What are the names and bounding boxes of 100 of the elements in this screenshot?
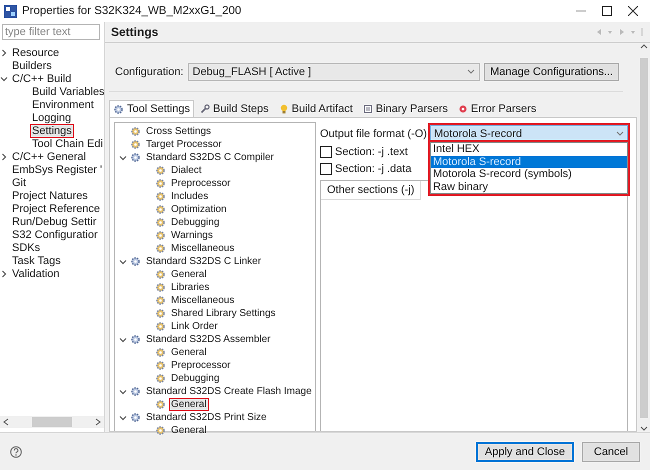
- tree-item[interactable]: Miscellaneous: [169, 242, 236, 255]
- gear-icon: [155, 321, 166, 332]
- nav-item[interactable]: C/C++ Build: [10, 72, 74, 86]
- filter-field[interactable]: type filter text: [2, 24, 100, 40]
- tree-item[interactable]: Link Order: [169, 320, 220, 333]
- tab[interactable]: Error Parsers: [454, 100, 540, 117]
- gear-icon: [155, 269, 166, 280]
- gear-icon: [130, 412, 141, 423]
- tree-item[interactable]: Standard S32DS Assembler: [144, 333, 273, 346]
- nav-item[interactable]: Tool Chain Edi: [30, 136, 105, 150]
- vertical-scrollbar[interactable]: [637, 43, 650, 432]
- nav-item[interactable]: Git: [10, 176, 28, 190]
- nav-item[interactable]: EmbSys Register ': [10, 162, 104, 176]
- manage-configurations-button[interactable]: Manage Configurations...: [484, 63, 619, 81]
- tab[interactable]: Binary Parsers: [358, 100, 452, 117]
- tab[interactable]: Build Steps: [196, 100, 273, 117]
- tree-item[interactable]: Preprocessor: [169, 359, 232, 372]
- dialog-button[interactable]: Apply and Close: [476, 442, 574, 462]
- error-dot-icon: [458, 104, 468, 114]
- nav-item[interactable]: Builders: [10, 58, 54, 72]
- configuration-dropdown[interactable]: Debug_FLASH [ Active ]: [188, 63, 480, 81]
- gear-icon: [113, 104, 124, 114]
- output-format-label: Output file format (-O): [320, 128, 427, 140]
- nav-item[interactable]: C/C++ General: [10, 150, 88, 164]
- close-icon[interactable]: [628, 6, 638, 16]
- tree-item[interactable]: Dialect: [169, 164, 204, 177]
- gear-icon: [155, 178, 166, 189]
- dropdown-option[interactable]: Motorola S-record (symbols): [430, 168, 627, 180]
- document-icon: [362, 104, 373, 114]
- checkbox[interactable]: [320, 146, 332, 158]
- checkbox-label: Section: -j .text: [335, 146, 408, 158]
- chevron-down-icon[interactable]: [0, 74, 8, 82]
- gear-icon: [130, 334, 141, 345]
- chevron-right-icon[interactable]: [0, 152, 8, 160]
- nav-item[interactable]: Project Reference: [10, 202, 102, 216]
- tree-item[interactable]: Optimization: [169, 203, 229, 216]
- tree-item[interactable]: General: [169, 346, 209, 359]
- tree-item[interactable]: Libraries: [169, 281, 212, 294]
- dropdown-option[interactable]: Raw binary: [430, 180, 627, 193]
- configuration-label: Configuration:: [115, 66, 184, 78]
- gear-icon: [155, 347, 166, 358]
- chevron-down-icon[interactable]: [119, 154, 127, 162]
- gear-icon: [155, 191, 166, 202]
- nav-item[interactable]: Project Natures: [10, 188, 90, 202]
- window-title: Properties for S32K324_WB_M2xxG1_200: [22, 5, 242, 17]
- tree-item[interactable]: General: [169, 268, 209, 281]
- tree-item[interactable]: Warnings: [169, 229, 215, 242]
- checkbox[interactable]: [320, 162, 332, 174]
- chevron-down-icon[interactable]: [119, 414, 127, 422]
- tree-item[interactable]: Standard S32DS Create Flash Image: [144, 385, 314, 398]
- nav-item[interactable]: Run/Debug Settir: [10, 214, 98, 228]
- tree-item[interactable]: Miscellaneous: [169, 294, 236, 307]
- gear-icon: [155, 308, 166, 319]
- maximize-icon[interactable]: [602, 6, 612, 16]
- scroll-left-icon[interactable]: [3, 418, 9, 426]
- chevron-down-icon[interactable]: [119, 388, 127, 396]
- column-header: Other sections (-j): [321, 181, 422, 200]
- chevron-right-icon[interactable]: [0, 270, 8, 278]
- gear-icon: [155, 204, 166, 215]
- chevron-right-icon[interactable]: [0, 48, 8, 56]
- gear-icon: [155, 373, 166, 384]
- nav-item[interactable]: Task Tags: [10, 254, 63, 268]
- tree-item[interactable]: Cross Settings: [144, 125, 214, 138]
- nav-item[interactable]: Validation: [10, 266, 62, 280]
- nav-item[interactable]: Resource: [10, 46, 62, 60]
- chevron-down-icon[interactable]: [119, 258, 127, 266]
- horizontal-scrollbar[interactable]: [0, 416, 104, 428]
- nav-item[interactable]: SDKs: [10, 240, 42, 254]
- tree-item[interactable]: Shared Library Settings: [169, 307, 278, 320]
- dialog-button[interactable]: Cancel: [582, 442, 640, 462]
- scroll-up-icon[interactable]: [640, 43, 648, 49]
- gear-icon: [155, 217, 166, 228]
- tab[interactable]: Build Artifact: [274, 100, 357, 117]
- scroll-right-icon[interactable]: [95, 418, 101, 426]
- gear-icon: [155, 243, 166, 254]
- tree-item[interactable]: Standard S32DS Print Size: [144, 411, 269, 424]
- dropdown-option[interactable]: Motorola S-record: [430, 156, 627, 168]
- nav-item[interactable]: Settings: [30, 124, 74, 138]
- chevron-down-icon[interactable]: [119, 336, 127, 344]
- tree-item[interactable]: Target Processor: [144, 138, 224, 151]
- nav-item[interactable]: Build Variables: [30, 84, 107, 98]
- tree-item[interactable]: Debugging: [169, 216, 222, 229]
- scroll-down-icon[interactable]: [640, 426, 648, 432]
- nav-item[interactable]: S32 Configuratior: [10, 228, 100, 242]
- dropdown-option[interactable]: Intel HEX: [430, 143, 627, 156]
- tree-item[interactable]: Standard S32DS C Compiler: [144, 151, 276, 164]
- help-icon[interactable]: [10, 446, 22, 458]
- chevron-down-icon: [467, 69, 476, 75]
- app-icon: [4, 4, 17, 18]
- wrench-icon: [200, 104, 210, 114]
- tree-item[interactable]: Preprocessor: [169, 177, 232, 190]
- nav-item[interactable]: Logging: [30, 110, 74, 124]
- tree-item[interactable]: General: [169, 398, 209, 411]
- tree-item[interactable]: General: [169, 424, 209, 437]
- tab[interactable]: Tool Settings: [109, 100, 194, 117]
- tree-item[interactable]: Includes: [169, 190, 210, 203]
- nav-item[interactable]: Environment: [30, 98, 96, 112]
- checkbox-label: Section: -j .data: [335, 162, 412, 174]
- tree-item[interactable]: Standard S32DS C Linker: [144, 255, 264, 268]
- tree-item[interactable]: Debugging: [169, 372, 222, 385]
